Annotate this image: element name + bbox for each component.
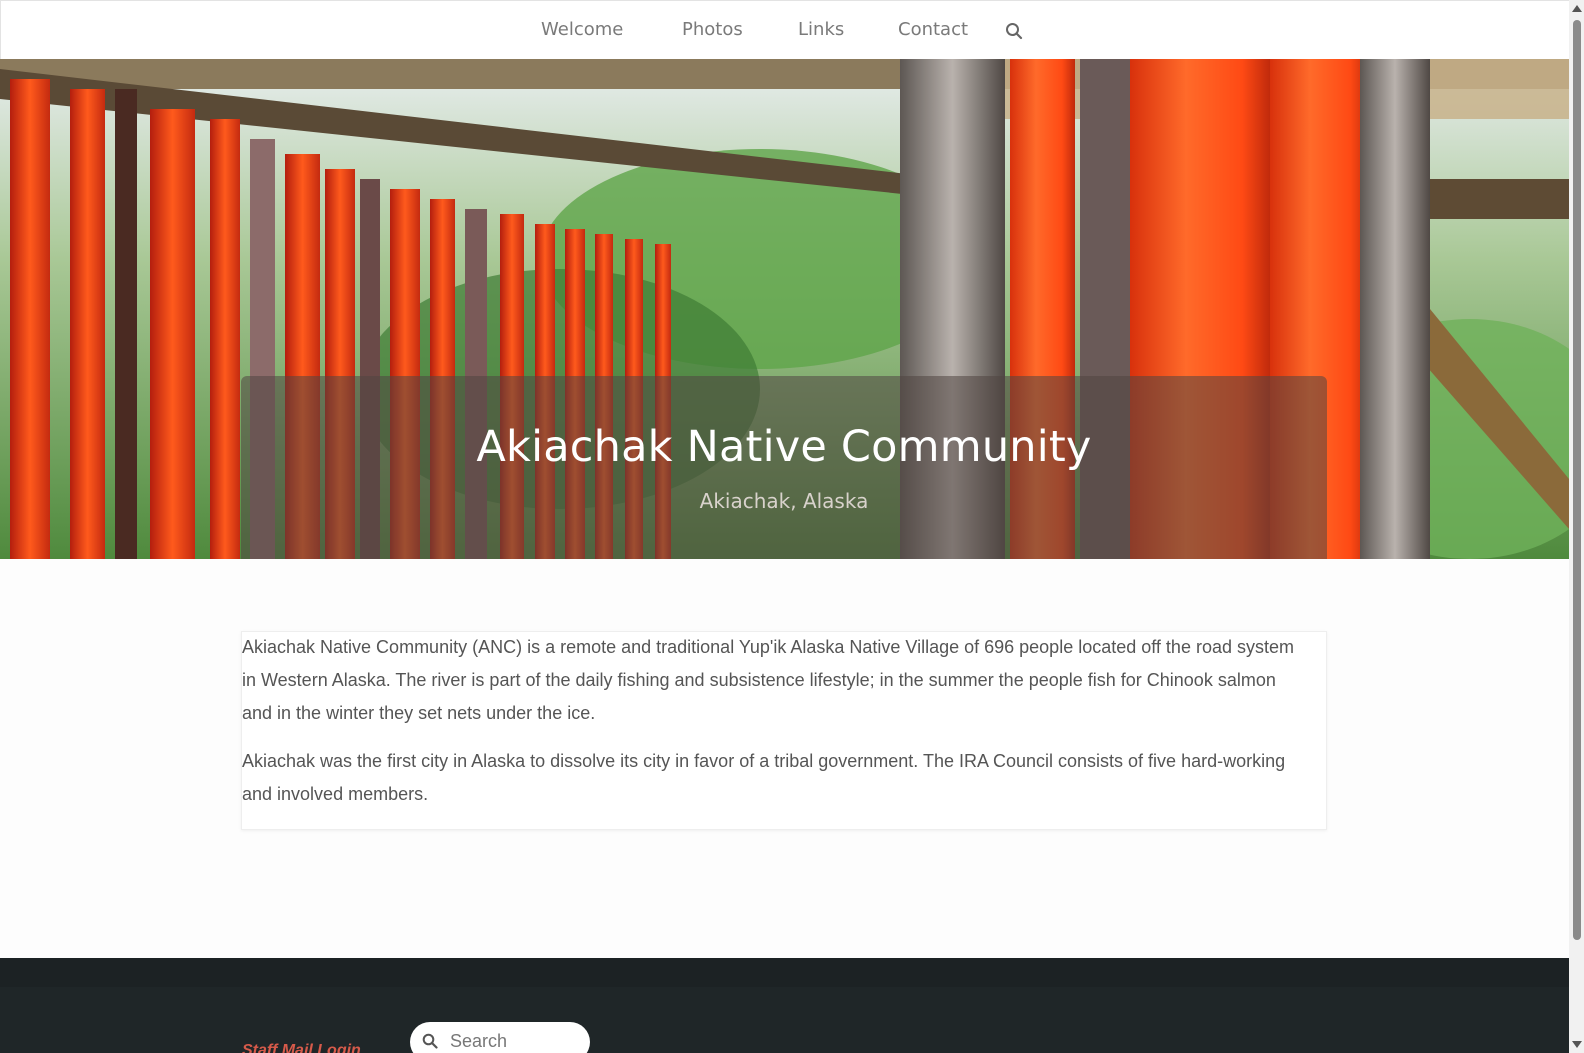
search-icon bbox=[422, 1033, 438, 1049]
search-icon[interactable] bbox=[1005, 22, 1023, 40]
hero-banner: Akiachak Native Community Akiachak, Alas… bbox=[0, 59, 1569, 559]
intro-paragraph: Akiachak Native Community (ANC) is a rem… bbox=[242, 637, 1294, 723]
footer-band bbox=[0, 958, 1569, 987]
intro-card: Akiachak Native Community (ANC) is a rem… bbox=[241, 631, 1327, 830]
scroll-up-arrow-icon[interactable] bbox=[1572, 5, 1582, 12]
hero-title-panel: Akiachak Native Community Akiachak, Alas… bbox=[241, 376, 1327, 559]
government-paragraph: Akiachak was the first city in Alaska to… bbox=[242, 751, 1286, 804]
nav-item-welcome[interactable]: Welcome bbox=[541, 19, 623, 40]
page-title: Akiachak Native Community bbox=[476, 422, 1092, 472]
footer-search-box[interactable] bbox=[410, 1022, 590, 1053]
top-navigation: Welcome Photos Links Contact bbox=[0, 0, 1569, 59]
nav-item-contact[interactable]: Contact bbox=[898, 19, 968, 40]
footer: Staff Mail Login bbox=[0, 958, 1569, 1053]
nav-item-links[interactable]: Links bbox=[798, 19, 844, 40]
nav-item-photos[interactable]: Photos bbox=[682, 19, 743, 40]
footer-search-input[interactable] bbox=[450, 1029, 578, 1053]
page-subtitle: Akiachak, Alaska bbox=[699, 489, 869, 513]
page: Welcome Photos Links Contact Akiachak Na… bbox=[0, 0, 1569, 1053]
scroll-down-arrow-icon[interactable] bbox=[1572, 1041, 1582, 1048]
scrollbar-thumb[interactable] bbox=[1573, 20, 1581, 940]
page-scrollbar[interactable] bbox=[1569, 0, 1584, 1053]
staff-mail-login-link[interactable]: Staff Mail Login bbox=[242, 1042, 361, 1053]
